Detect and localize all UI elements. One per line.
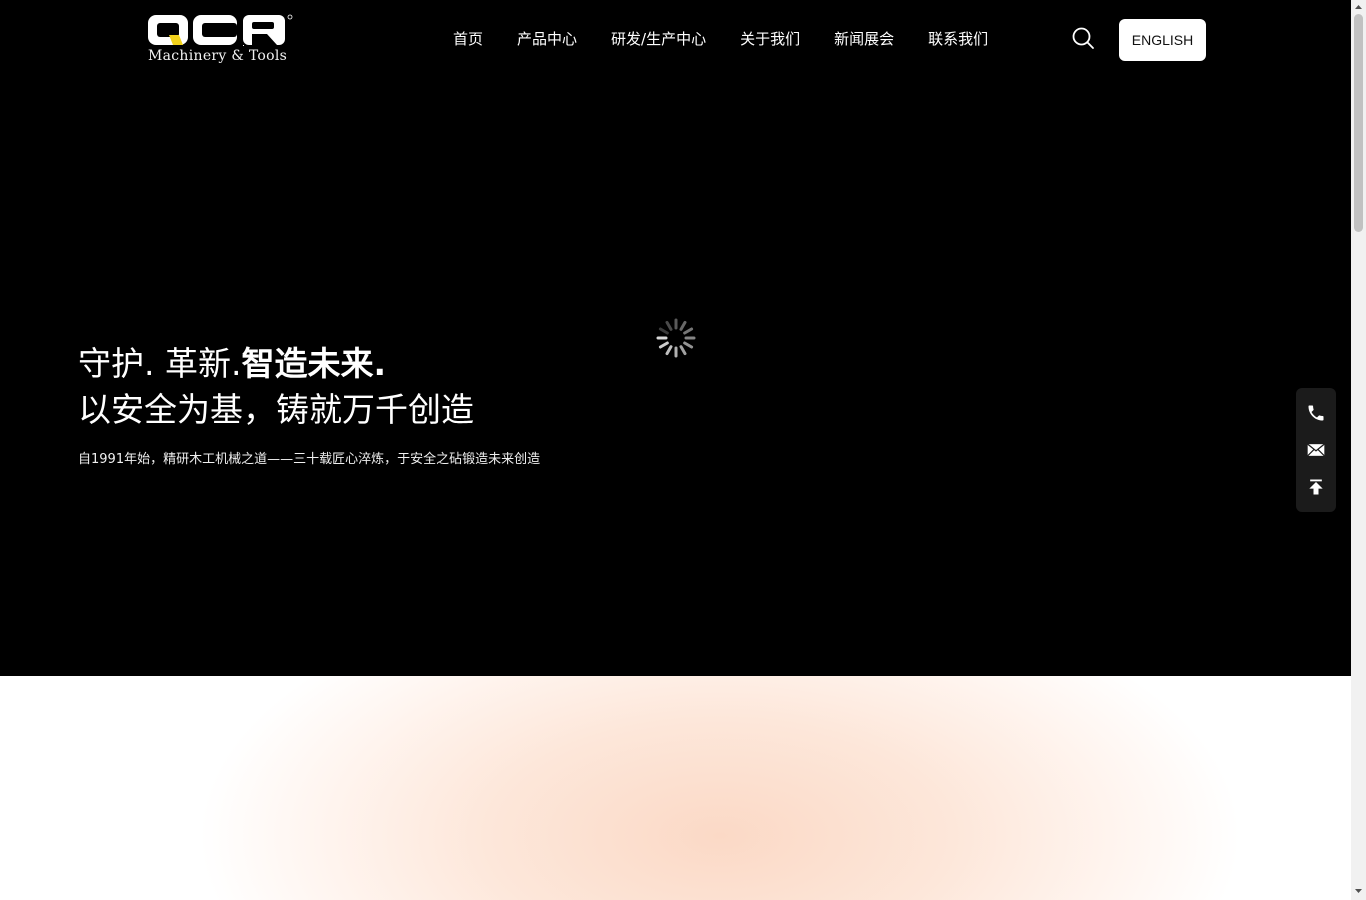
main-nav: 首页 产品中心 研发/生产中心 关于我们 新闻展会 联系我们 [436,28,1005,50]
scroll-up-arrow-icon[interactable] [1354,2,1363,12]
scrollbar-thumb[interactable] [1354,14,1363,232]
qcr-logo-mark [148,14,293,46]
hero-banner: Machinery & Tools 首页 产品中心 研发/生产中心 关于我们 新… [0,0,1351,676]
search-icon[interactable] [1071,26,1095,50]
floating-contact-bar [1296,388,1336,512]
spinner-icon [656,318,696,358]
mail-icon[interactable] [1306,440,1326,460]
hero-headline: 守护. 革新.智造未来. [78,341,540,387]
section-fade-overlay [0,676,170,900]
nav-item-rd-production[interactable]: 研发/生产中心 [594,28,723,50]
next-section [0,676,1351,900]
hero-headline-line2: 以安全为基，铸就万千创造 [78,390,474,429]
nav-item-news[interactable]: 新闻展会 [817,28,911,50]
hero-subline: 自1991年始，精研木工机械之道——三十载匠心淬炼，于安全之砧锻造未来创造 [78,452,541,467]
nav-item-contact[interactable]: 联系我们 [911,28,1005,50]
site-header: Machinery & Tools 首页 产品中心 研发/生产中心 关于我们 新… [0,0,1351,80]
nav-item-products[interactable]: 产品中心 [500,28,594,50]
back-to-top-icon[interactable] [1306,477,1326,497]
nav-item-home[interactable]: 首页 [436,28,500,50]
nav-item-about[interactable]: 关于我们 [723,28,817,50]
hero-headline-part2: 智造未来. [241,344,387,383]
english-language-button[interactable]: ENGLISH [1119,19,1206,61]
phone-icon[interactable] [1306,403,1326,423]
scroll-down-arrow-icon[interactable] [1354,886,1363,896]
logo-subtitle: Machinery & Tools [148,48,288,64]
hero-headline-part1: 守护. 革新. [78,344,242,383]
hero-text-block: 守护. 革新.智造未来. 以安全为基，铸就万千创造 自1991年始，精研木工机械… [78,341,540,470]
page-scrollbar[interactable] [1351,0,1366,900]
page: Machinery & Tools 首页 产品中心 研发/生产中心 关于我们 新… [0,0,1351,900]
brand-logo[interactable]: Machinery & Tools [147,14,297,66]
